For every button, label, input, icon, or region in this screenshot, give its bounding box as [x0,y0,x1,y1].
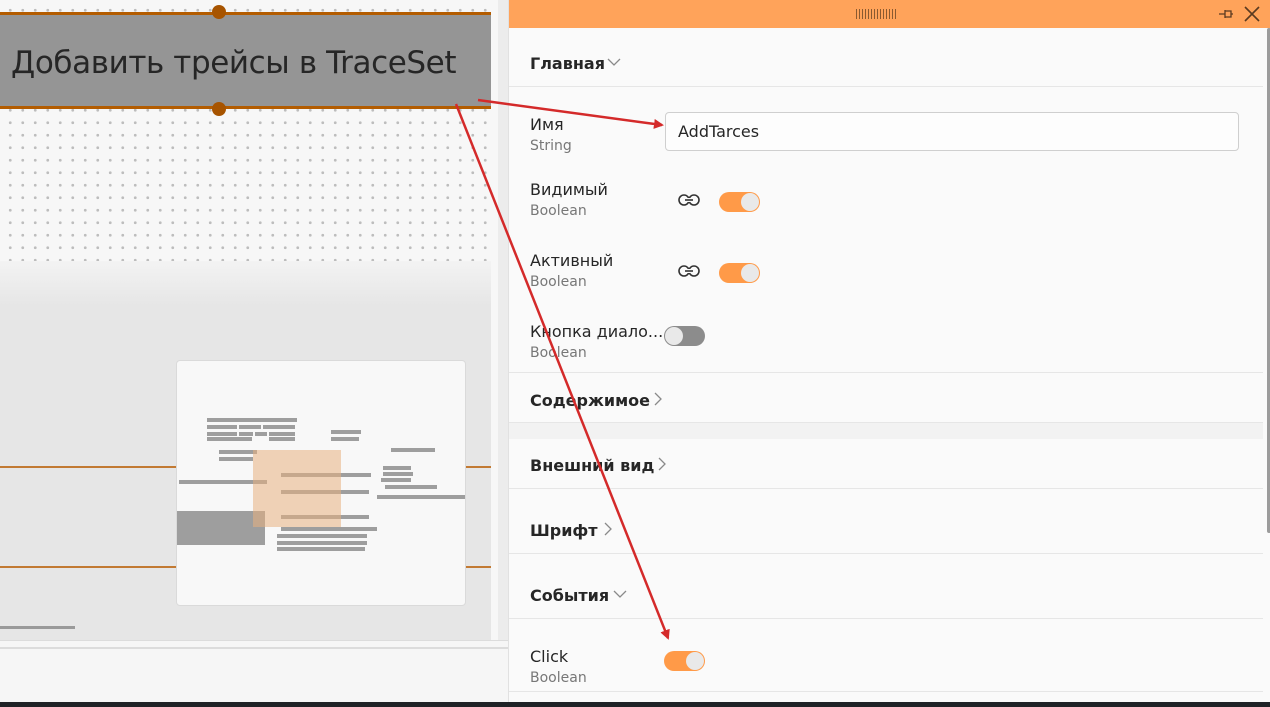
name-input[interactable] [665,112,1239,151]
section-divider [509,372,1263,373]
selected-button-text: Добавить трейсы в TraceSet [11,45,457,81]
section-font-title[interactable]: Шрифт [530,521,598,540]
taskbar [0,702,1270,707]
design-canvas[interactable]: Добавить трейсы в TraceSet [0,0,498,640]
visible-toggle[interactable] [719,192,760,212]
prop-click-label: Click [530,647,569,666]
section-divider [509,488,1263,489]
prop-active-label: Активный [530,251,614,270]
chevron-right-icon[interactable] [655,457,669,471]
prop-visible-type: Boolean [530,203,587,219]
prop-active-type: Boolean [530,274,587,290]
section-events-title[interactable]: События [530,586,609,605]
selected-button-control[interactable]: Добавить трейсы в TraceSet [0,12,491,109]
panel-header[interactable] [509,0,1270,28]
section-divider [509,618,1263,619]
active-toggle[interactable] [719,263,760,283]
resize-handle-bottom[interactable] [212,102,226,116]
drag-grip-icon[interactable] [856,9,898,19]
canvas-vertical-scrollbar[interactable] [491,0,498,640]
canvas-shadow [0,261,491,306]
chevron-right-icon[interactable] [601,522,615,536]
section-content-title[interactable]: Содержимое [530,391,650,410]
prop-dialog-button-type: Boolean [530,345,587,361]
section-appearance-title[interactable]: Внешний вид [530,456,654,475]
app-window: Добавить трейсы в TraceSet Главная Имя S… [0,0,1270,707]
chevron-down-icon[interactable] [613,587,627,601]
canvas-bottom-bar [0,640,508,702]
click-toggle[interactable] [664,651,705,671]
minimap-viewport[interactable] [253,450,341,527]
section-divider [509,553,1263,554]
resize-handle-top[interactable] [212,5,226,19]
chevron-down-icon[interactable] [607,55,621,69]
prop-dialog-button-label: Кнопка диало... [530,322,664,341]
prop-name-label: Имя [530,115,564,134]
section-main-title[interactable]: Главная [530,54,605,73]
link-icon[interactable] [678,193,700,207]
canvas-minimap[interactable] [176,360,466,606]
section-divider [509,86,1263,87]
canvas-horizontal-scrollbar[interactable] [0,626,75,629]
section-divider [509,691,1263,692]
pin-icon[interactable] [1217,5,1235,23]
close-icon[interactable] [1242,4,1262,24]
properties-panel: Главная Имя String Видимый Boolean Актив… [508,0,1270,702]
chevron-right-icon[interactable] [651,392,665,406]
dialog-button-toggle[interactable] [664,326,705,346]
prop-name-type: String [530,138,572,154]
prop-click-type: Boolean [530,670,587,686]
link-icon[interactable] [678,264,700,278]
prop-visible-label: Видимый [530,180,608,199]
section-spacer [509,423,1263,439]
